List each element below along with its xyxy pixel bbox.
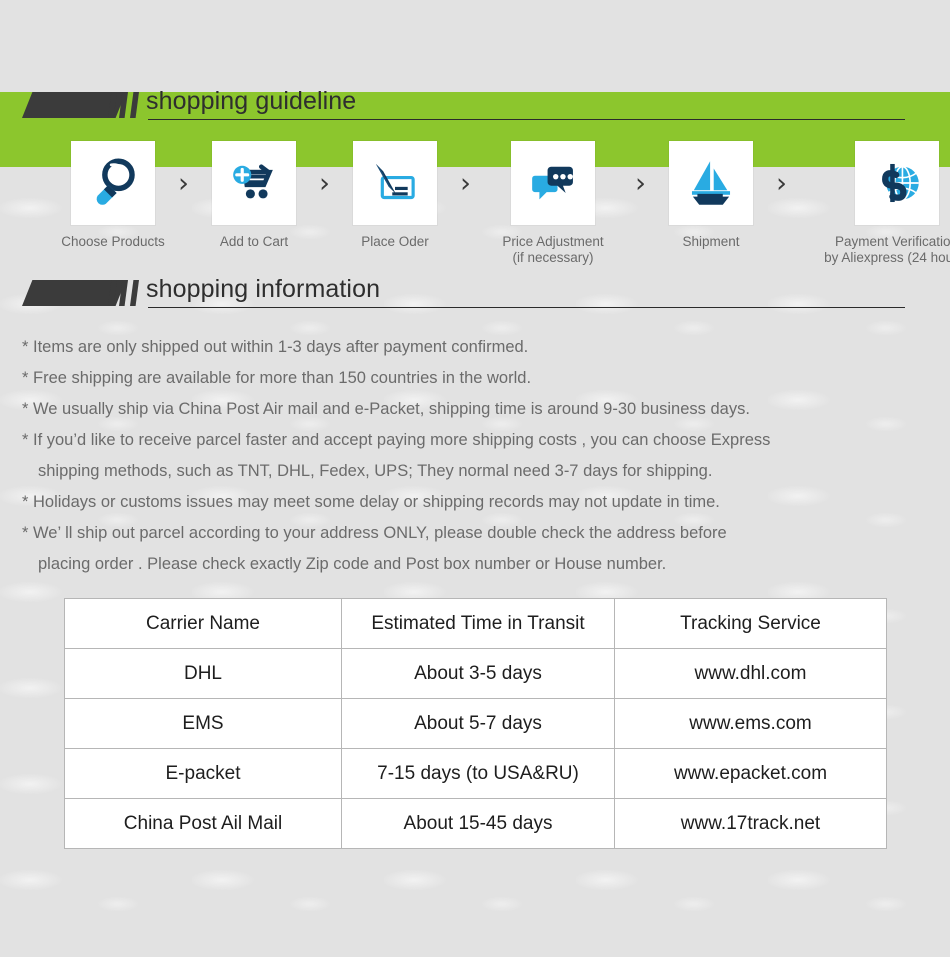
table-header-cell: Tracking Service bbox=[614, 598, 887, 649]
table-cell-tracking[interactable]: www.dhl.com bbox=[614, 648, 887, 699]
info-line: * Holidays or customs issues may meet so… bbox=[22, 493, 720, 511]
chevron-right-icon: › bbox=[460, 167, 471, 199]
table-cell-carrier: China Post Ail Mail bbox=[64, 798, 342, 849]
step-label-line1: Choose Products bbox=[61, 234, 165, 249]
chevron-right-icon: › bbox=[776, 167, 787, 199]
step-icon-box bbox=[511, 141, 595, 225]
section-title-information: shopping information bbox=[146, 275, 381, 303]
add-to-cart-icon bbox=[233, 164, 273, 199]
step-price-adjustment[interactable]: Price Adjustment (if necessary) bbox=[493, 141, 613, 266]
table-row: DHL About 3-5 days www.dhl.com bbox=[64, 648, 887, 699]
table-cell-transit: 7-15 days (to USA&RU) bbox=[341, 748, 615, 799]
chat-bubbles-icon bbox=[532, 166, 573, 200]
step-label-line1: Shipment bbox=[682, 234, 740, 249]
step-icon-box bbox=[212, 141, 296, 225]
step-label: Choose Products bbox=[61, 234, 165, 250]
table-header-cell: Estimated Time in Transit bbox=[341, 598, 615, 649]
step-label: Place Oder bbox=[361, 234, 429, 250]
info-line: * Free shipping are available for more t… bbox=[22, 369, 532, 387]
step-label-line1: Price Adjustment bbox=[502, 234, 604, 249]
section-title-guideline: shopping guideline bbox=[146, 87, 357, 115]
info-line: placing order . Please check exactly Zip… bbox=[38, 555, 667, 573]
table-row: EMS About 5-7 days www.ems.com bbox=[64, 698, 887, 749]
shipping-info-list: * Items are only shipped out within 1-3 … bbox=[0, 332, 950, 580]
step-label-line1: Place Oder bbox=[361, 234, 429, 249]
table-row: E-packet 7-15 days (to USA&RU) www.epack… bbox=[64, 748, 887, 799]
table-cell-transit: About 5-7 days bbox=[341, 698, 615, 749]
page-content: shopping guideline Choose Products › Add… bbox=[0, 87, 950, 849]
section-header-information: shopping information bbox=[0, 275, 950, 320]
step-label-line1: Add to Cart bbox=[219, 234, 289, 249]
info-line: * We usually ship via China Post Air mai… bbox=[22, 400, 750, 418]
step-label-line2: (if necessary) bbox=[512, 250, 594, 265]
header-rule bbox=[148, 307, 905, 308]
info-line: * We’ ll ship out parcel according to yo… bbox=[22, 524, 727, 542]
step-icon-box bbox=[669, 141, 753, 225]
table-cell-tracking[interactable]: www.ems.com bbox=[614, 698, 887, 749]
step-place-order[interactable]: Place Oder bbox=[352, 141, 438, 250]
magnifier-icon bbox=[96, 158, 135, 205]
dollar-globe-icon bbox=[881, 163, 919, 203]
pen-check-icon bbox=[375, 163, 415, 200]
table-cell-carrier: E-packet bbox=[64, 748, 342, 799]
table-cell-transit: About 3-5 days bbox=[341, 648, 615, 699]
step-add-to-cart[interactable]: Add to Cart bbox=[211, 141, 297, 250]
info-line: * If you’d like to receive parcel faster… bbox=[22, 431, 771, 449]
step-shipment[interactable]: Shipment bbox=[668, 141, 754, 250]
header-slash-icon bbox=[130, 92, 139, 118]
step-label-line2: by Aliexpress (24 hours) bbox=[824, 250, 950, 265]
table-cell-carrier: DHL bbox=[64, 648, 342, 699]
step-icon-box bbox=[353, 141, 437, 225]
chevron-right-icon: › bbox=[319, 167, 330, 199]
header-slash-icon bbox=[130, 280, 139, 306]
chevron-right-icon: › bbox=[178, 167, 189, 199]
table-header-cell: Carrier Name bbox=[64, 598, 342, 649]
step-choose-products[interactable]: Choose Products bbox=[61, 141, 165, 250]
step-icon-box bbox=[854, 141, 939, 225]
table-cell-transit: About 15-45 days bbox=[341, 798, 615, 849]
section-header-guideline: shopping guideline bbox=[0, 87, 950, 132]
table-cell-tracking[interactable]: www.17track.net bbox=[614, 798, 887, 849]
step-icon-box bbox=[71, 141, 155, 225]
carrier-table: Carrier Name Estimated Time in Transit T… bbox=[64, 598, 887, 849]
step-label: Add to Cart bbox=[220, 234, 288, 250]
carrier-table-wrapper: Carrier Name Estimated Time in Transit T… bbox=[64, 598, 887, 849]
chevron-right-icon: › bbox=[635, 167, 646, 199]
table-header-row: Carrier Name Estimated Time in Transit T… bbox=[64, 598, 887, 649]
step-label: Price Adjustment (if necessary) bbox=[502, 234, 603, 266]
info-line: * Items are only shipped out within 1-3 … bbox=[22, 338, 529, 356]
step-payment-verification[interactable]: Payment Verification by Aliexpress (24 h… bbox=[809, 141, 950, 266]
sailboat-icon bbox=[691, 161, 731, 205]
step-label-line1: Payment Verification bbox=[834, 234, 950, 249]
info-line: shipping methods, such as TNT, DHL, Fede… bbox=[38, 462, 713, 480]
table-cell-tracking[interactable]: www.epacket.com bbox=[614, 748, 887, 799]
shopping-steps: Choose Products › Add to Cart › Place Od… bbox=[0, 141, 950, 276]
step-label: Payment Verification by Aliexpress (24 h… bbox=[824, 234, 950, 266]
header-rule bbox=[148, 119, 905, 120]
table-cell-carrier: EMS bbox=[64, 698, 342, 749]
step-label: Shipment bbox=[682, 234, 739, 250]
table-row: China Post Ail Mail About 15-45 days www… bbox=[64, 798, 887, 849]
